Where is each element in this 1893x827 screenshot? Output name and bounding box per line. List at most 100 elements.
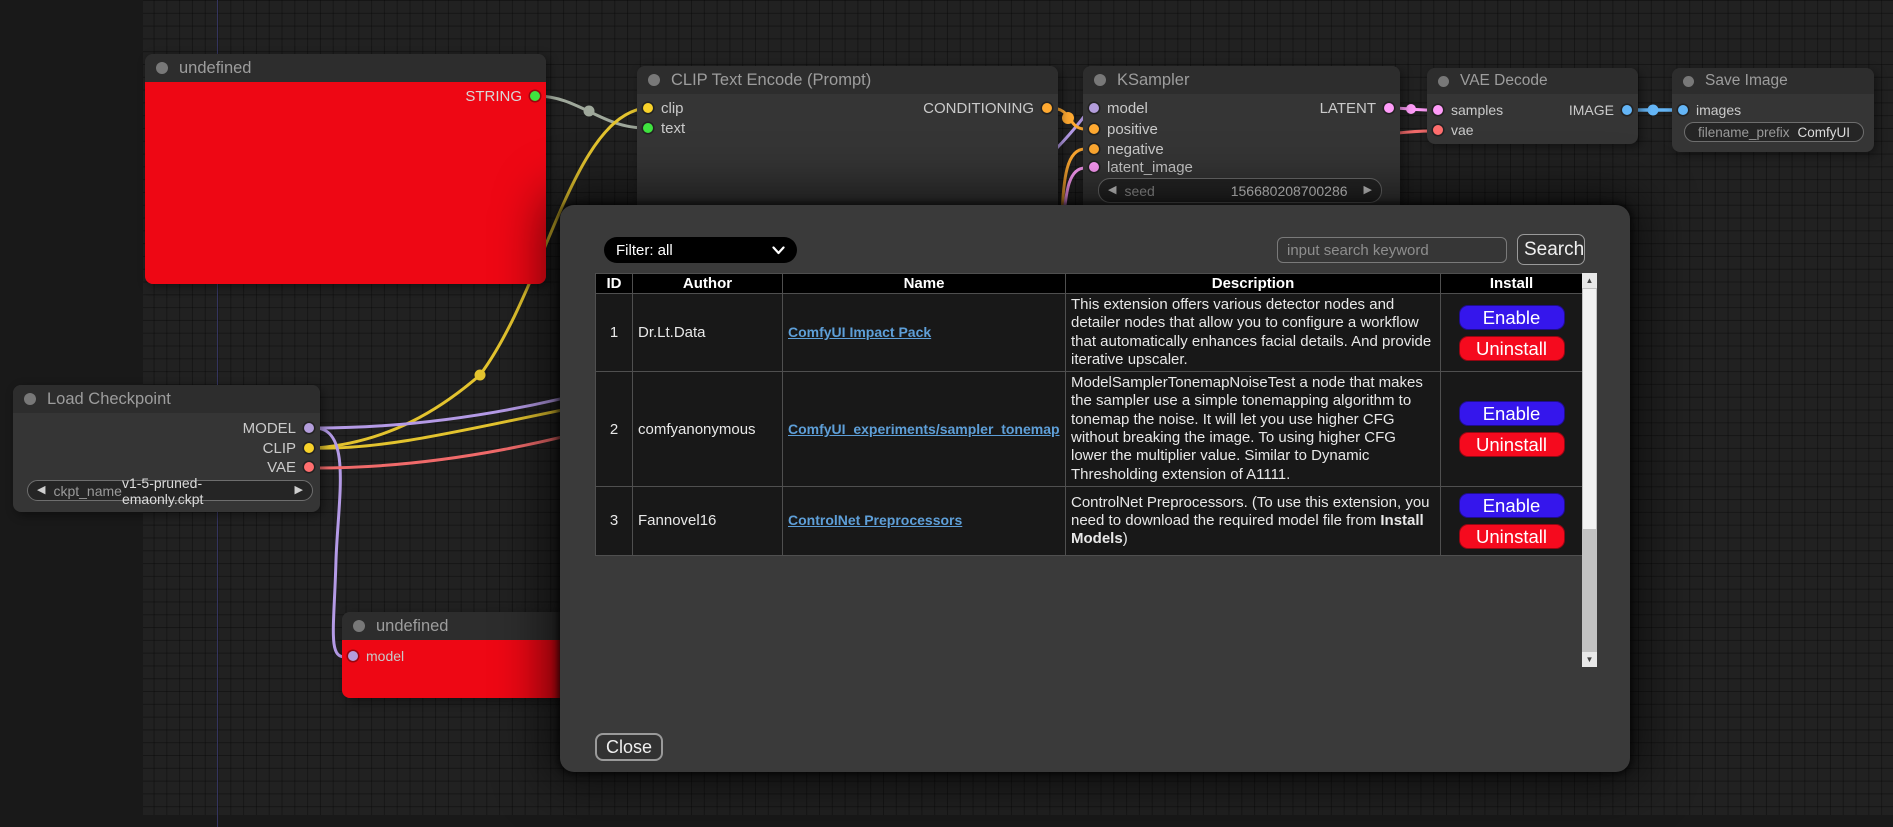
table-header-row: ID Author Name Description Install <box>596 274 1583 294</box>
text-input-dot[interactable] <box>643 123 653 133</box>
wire-latent-dot[interactable] <box>1406 104 1416 114</box>
header-description: Description <box>1066 274 1441 294</box>
graph-canvas[interactable]: undefined STRING CLIP Text Encode (Promp… <box>0 0 1893 827</box>
widget-label: seed <box>1124 183 1154 199</box>
decrement-arrow-icon[interactable]: ◀ <box>37 485 45 496</box>
image-output-dot[interactable] <box>1622 105 1632 115</box>
scroll-down-icon[interactable]: ▼ <box>1582 652 1597 667</box>
increment-arrow-icon[interactable]: ▶ <box>295 485 303 496</box>
cell-id: 1 <box>596 294 633 372</box>
scroll-up-icon[interactable]: ▲ <box>1582 273 1597 288</box>
widget-label: filename_prefix <box>1698 125 1790 140</box>
cell-author: Fannovel16 <box>633 486 783 555</box>
collapse-dot-icon[interactable] <box>156 62 168 74</box>
input-slot-images: images <box>1678 101 1741 119</box>
slot-label: IMAGE <box>1569 102 1614 118</box>
uninstall-button[interactable]: Uninstall <box>1459 432 1565 457</box>
wire-clip-dot[interactable] <box>475 370 486 381</box>
model-input-dot[interactable] <box>348 651 358 661</box>
clip-input-dot[interactable] <box>643 103 653 113</box>
string-output-dot[interactable] <box>530 91 540 101</box>
negative-input-dot[interactable] <box>1089 144 1099 154</box>
collapse-dot-icon[interactable] <box>24 393 36 405</box>
filename-prefix-widget[interactable]: filename_prefix ComfyUI <box>1684 122 1864 142</box>
node-load-checkpoint[interactable]: Load Checkpoint MODEL CLIP VAE ◀ ckpt_na… <box>13 385 320 512</box>
input-slot-model: model <box>348 647 404 665</box>
node-undefined-top[interactable]: undefined STRING <box>145 54 546 284</box>
input-slot-vae: vae <box>1433 121 1474 139</box>
node-title: Load Checkpoint <box>47 390 171 409</box>
node-title-bar[interactable]: CLIP Text Encode (Prompt) <box>637 66 1058 94</box>
enable-button[interactable]: Enable <box>1459 493 1565 518</box>
collapse-dot-icon[interactable] <box>1094 74 1106 86</box>
node-title-bar[interactable]: undefined <box>145 54 546 82</box>
enable-button[interactable]: Enable <box>1459 305 1565 330</box>
model-output-dot[interactable] <box>304 423 314 433</box>
wire-string-dot[interactable] <box>584 106 595 117</box>
cell-name: ControlNet Preprocessors <box>783 486 1066 555</box>
slot-label: text <box>661 120 685 137</box>
node-save-image[interactable]: Save Image images filename_prefix ComfyU… <box>1672 68 1874 152</box>
header-id: ID <box>596 274 633 294</box>
wire-conditioning-dot[interactable] <box>1062 112 1074 124</box>
model-input-dot[interactable] <box>1089 103 1099 113</box>
slot-label: LATENT <box>1320 100 1376 117</box>
enable-button[interactable]: Enable <box>1459 401 1565 426</box>
cell-install: Enable Uninstall <box>1441 294 1583 372</box>
positive-input-dot[interactable] <box>1089 124 1099 134</box>
node-title-bar[interactable]: KSampler <box>1083 66 1400 94</box>
conditioning-output-dot[interactable] <box>1042 103 1052 113</box>
table-scrollbar[interactable]: ▲ ▼ <box>1582 273 1597 667</box>
collapse-dot-icon[interactable] <box>648 74 660 86</box>
cell-name: ComfyUI_experiments/sampler_tonemap <box>783 372 1066 487</box>
output-slot-model: MODEL <box>243 419 314 437</box>
node-title-bar[interactable]: Save Image <box>1672 68 1874 94</box>
vae-output-dot[interactable] <box>304 462 314 472</box>
latent-image-input-dot[interactable] <box>1089 162 1099 172</box>
decrement-arrow-icon[interactable]: ◀ <box>1108 185 1116 196</box>
node-title: CLIP Text Encode (Prompt) <box>671 71 871 90</box>
latent-output-dot[interactable] <box>1384 103 1394 113</box>
increment-arrow-icon[interactable]: ▶ <box>1364 185 1372 196</box>
vae-input-dot[interactable] <box>1433 125 1443 135</box>
scrollbar-thumb[interactable] <box>1583 289 1596 529</box>
node-ksampler[interactable]: KSampler model positive negative latent_… <box>1083 66 1400 216</box>
node-title: Save Image <box>1705 72 1788 90</box>
widget-value: 156680208700286 <box>1231 183 1348 199</box>
collapse-dot-icon[interactable] <box>1438 76 1449 87</box>
uninstall-button[interactable]: Uninstall <box>1459 336 1565 361</box>
node-title: undefined <box>376 617 449 636</box>
output-slot-conditioning: CONDITIONING <box>923 99 1052 117</box>
extension-link[interactable]: ComfyUI_experiments/sampler_tonemap <box>788 421 1060 437</box>
extension-link[interactable]: ControlNet Preprocessors <box>788 512 962 528</box>
header-install: Install <box>1441 274 1583 294</box>
uninstall-button[interactable]: Uninstall <box>1459 524 1565 549</box>
collapse-dot-icon[interactable] <box>353 620 365 632</box>
seed-widget[interactable]: ◀ seed 156680208700286 ▶ <box>1098 178 1382 203</box>
samples-input-dot[interactable] <box>1433 105 1443 115</box>
cell-description: ControlNet Preprocessors. (To use this e… <box>1066 486 1441 555</box>
clip-output-dot[interactable] <box>304 443 314 453</box>
images-input-dot[interactable] <box>1678 105 1688 115</box>
input-slot-samples: samples <box>1433 101 1503 119</box>
slot-label: VAE <box>267 459 296 476</box>
filter-dropdown[interactable]: Filter: all <box>604 237 797 263</box>
search-button[interactable]: Search <box>1517 234 1585 265</box>
node-title-bar[interactable]: VAE Decode <box>1427 68 1638 94</box>
ckpt-name-widget[interactable]: ◀ ckpt_name v1-5-pruned-emaonly.ckpt ▶ <box>27 480 313 501</box>
input-slot-model: model <box>1089 99 1148 117</box>
description-text: ) <box>1123 530 1128 547</box>
table-row: 3 Fannovel16 ControlNet Preprocessors Co… <box>596 486 1583 555</box>
table-row: 2 comfyanonymous ComfyUI_experiments/sam… <box>596 372 1583 487</box>
wire-model-to-undefined-node <box>316 428 345 657</box>
extension-link[interactable]: ComfyUI Impact Pack <box>788 324 931 340</box>
node-vae-decode[interactable]: VAE Decode samples vae IMAGE <box>1427 68 1638 144</box>
search-input[interactable] <box>1277 237 1507 263</box>
slot-label: vae <box>1451 122 1474 138</box>
collapse-dot-icon[interactable] <box>1683 76 1694 87</box>
node-title-bar[interactable]: Load Checkpoint <box>13 385 320 413</box>
wire-image-dot[interactable] <box>1648 105 1659 116</box>
widget-value: ComfyUI <box>1797 125 1850 140</box>
close-button[interactable]: Close <box>595 733 663 761</box>
input-slot-clip: clip <box>643 99 684 117</box>
